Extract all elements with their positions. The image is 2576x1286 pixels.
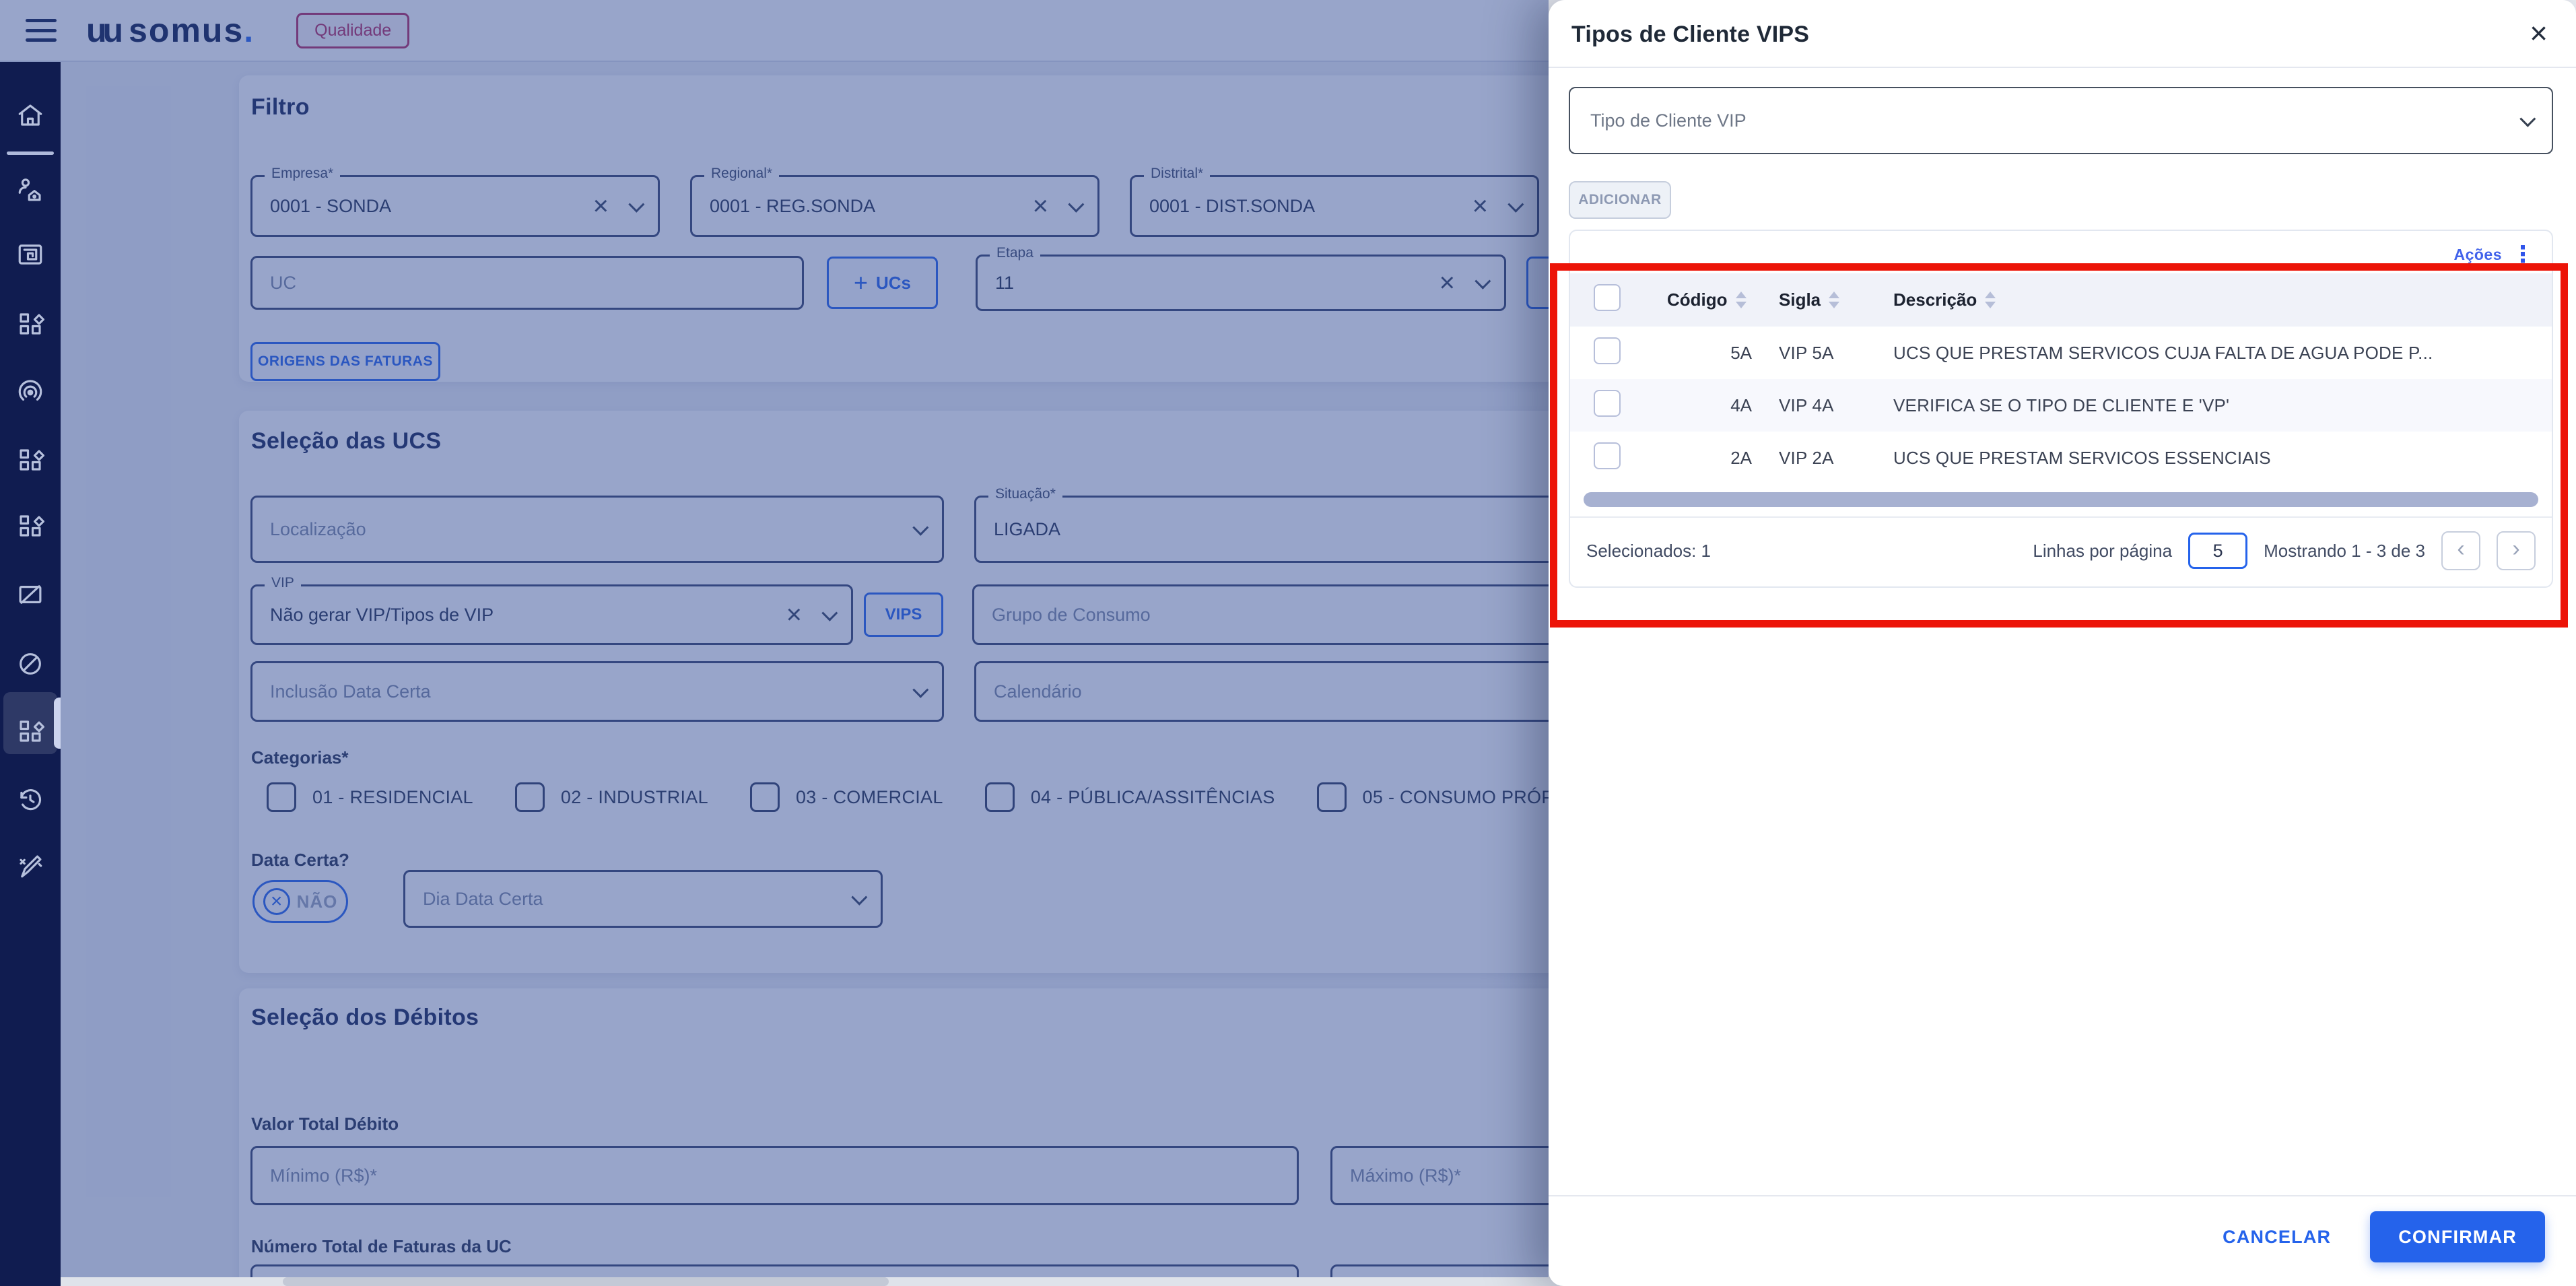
panel-header: Tipos de Cliente VIPS × [1549, 0, 2576, 68]
modules-icon[interactable] [11, 441, 49, 479]
history-icon[interactable] [11, 781, 49, 819]
panel-footer: CANCELAR CONFIRMAR [1549, 1195, 2576, 1277]
row-checkbox[interactable] [1594, 337, 1621, 364]
col-codigo[interactable]: Código [1667, 290, 1728, 310]
cell-descricao: UCS QUE PRESTAM SERVICOS CUJA FALTA DE A… [1893, 342, 2433, 363]
cell-descricao: VERIFICA SE O TIPO DE CLIENTE E 'VP' [1893, 395, 2230, 415]
sort-icon[interactable] [1735, 292, 1747, 309]
sidebar-divider [7, 151, 54, 155]
modules-icon[interactable] [11, 507, 49, 545]
sidebar-active-indicator [54, 698, 61, 749]
cell-descricao: UCS QUE PRESTAM SERVICOS ESSENCIAIS [1893, 447, 2271, 468]
prev-page-button[interactable]: ‹ [2441, 531, 2480, 571]
tipo-cliente-vip-placeholder: Tipo de Cliente VIP [1590, 110, 1747, 131]
cell-codigo: 2A [1730, 447, 1752, 468]
scrollbar-thumb[interactable] [283, 1277, 889, 1286]
modules-icon-active[interactable] [11, 712, 49, 750]
col-descricao[interactable]: Descrição [1893, 290, 1977, 310]
next-page-button[interactable]: › [2497, 531, 2536, 571]
selecionados-count: Selecionados: 1 [1586, 540, 1711, 561]
modules-icon[interactable] [11, 305, 49, 343]
acoes-link[interactable]: Ações [2453, 246, 2502, 264]
panel-body: Tipo de Cliente VIP ADICIONAR Ações ⋮ Có… [1549, 68, 2576, 588]
linhas-por-pagina-label: Linhas por página [2033, 540, 2173, 561]
cell-sigla: VIP 4A [1779, 395, 1834, 415]
panel-title: Tipos de Cliente VIPS [1571, 22, 1810, 47]
user-home-icon[interactable] [11, 170, 49, 208]
cell-codigo: 5A [1730, 342, 1752, 363]
table-footer: Selecionados: 1 Linhas por página Mostra… [1570, 516, 2552, 586]
cell-sigla: VIP 2A [1779, 447, 1834, 468]
rows-per-page-input[interactable] [2188, 533, 2248, 570]
select-all-checkbox[interactable] [1594, 284, 1621, 312]
magic-pen-icon[interactable] [11, 847, 49, 885]
vips-table-card: Ações ⋮ Código Sigla Descrição 5A VIP 5A… [1569, 230, 2553, 588]
table-row[interactable]: 5A VIP 5A UCS QUE PRESTAM SERVICOS CUJA … [1570, 327, 2552, 379]
table-horizontal-scrollbar[interactable] [1584, 492, 2538, 508]
sidebar-nav [0, 62, 61, 1286]
row-checkbox[interactable] [1594, 442, 1621, 469]
close-icon[interactable]: × [2530, 18, 2548, 48]
tipos-cliente-vips-panel: Tipos de Cliente VIPS × Tipo de Cliente … [1549, 0, 2576, 1286]
tipo-cliente-vip-select[interactable]: Tipo de Cliente VIP [1569, 87, 2553, 154]
cell-codigo: 4A [1730, 395, 1752, 415]
chevron-down-icon[interactable] [2519, 110, 2536, 127]
adicionar-button[interactable]: ADICIONAR [1569, 181, 1671, 219]
col-sigla[interactable]: Sigla [1779, 290, 1821, 310]
card-spiral-icon[interactable] [11, 236, 49, 273]
kebab-menu-icon[interactable]: ⋮ [2511, 243, 2534, 266]
sort-icon[interactable] [1829, 292, 1840, 309]
cancelar-button[interactable]: CANCELAR [2223, 1227, 2331, 1248]
sort-icon[interactable] [1985, 292, 1996, 309]
mostrando-label: Mostrando 1 - 3 de 3 [2264, 540, 2425, 561]
mail-off-icon[interactable] [11, 576, 49, 613]
table-header-row: Código Sigla Descrição [1570, 273, 2552, 327]
home-icon[interactable] [11, 96, 49, 134]
app-root: uu somus . Qualidade Filtro Empresa* 000… [0, 0, 2576, 1286]
table-row[interactable]: 4A VIP 4A VERIFICA SE O TIPO DE CLIENTE … [1570, 379, 2552, 432]
broadcast-icon[interactable] [11, 374, 49, 411]
modal-dim-overlay [0, 0, 1549, 1286]
row-checkbox[interactable] [1594, 389, 1621, 417]
table-row[interactable]: 2A VIP 2A UCS QUE PRESTAM SERVICOS ESSEN… [1570, 432, 2552, 484]
cell-sigla: VIP 5A [1779, 342, 1834, 363]
vips-table: Código Sigla Descrição 5A VIP 5A UCS QUE… [1570, 273, 2552, 484]
acoes-row: Ações ⋮ [1570, 231, 2552, 273]
block-icon[interactable] [11, 645, 49, 683]
confirmar-button[interactable]: CONFIRMAR [2370, 1211, 2545, 1262]
